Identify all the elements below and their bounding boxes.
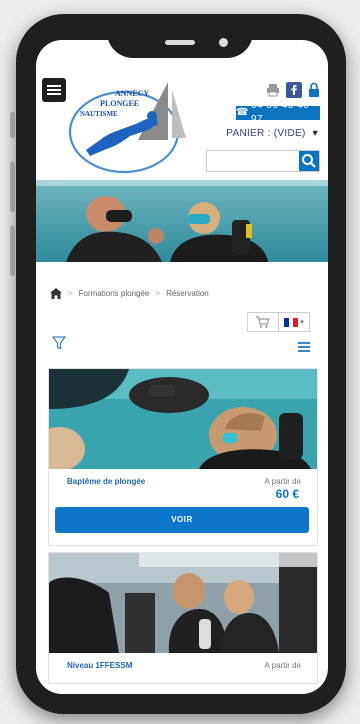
logo-line-3: NAUTISME: [80, 110, 118, 118]
search-icon: [302, 154, 316, 168]
device-volume-up: [10, 162, 15, 212]
search-box: [206, 150, 320, 172]
flag-fr-icon: [284, 317, 299, 327]
header-tools: [266, 80, 320, 100]
logo-line-2: PLONGEE: [100, 99, 139, 108]
card-image: [49, 553, 317, 653]
phone-number: 04 50 45 40 97: [251, 100, 310, 125]
breadcrumb-item-formations[interactable]: Formations plongée: [79, 289, 150, 298]
logo-line-1: ANNECY: [115, 89, 149, 98]
list-view-icon[interactable]: [298, 342, 310, 354]
breadcrumb-separator-1: >: [68, 289, 73, 298]
breadcrumb-item-reservation: Réservation: [166, 289, 209, 298]
voir-button[interactable]: VOIR: [55, 507, 309, 533]
search-input[interactable]: [207, 151, 303, 169]
card-from-label: A partir de: [264, 477, 301, 486]
chevron-down-icon: ▾: [300, 319, 304, 326]
search-button[interactable]: [299, 151, 319, 171]
cart-language-bar: ▾: [247, 312, 310, 332]
cart-button[interactable]: [247, 312, 279, 332]
language-selector[interactable]: ▾: [279, 312, 310, 332]
cart-dropdown[interactable]: PANIER : (VIDE) ▾: [226, 128, 318, 139]
chevron-down-icon: ▾: [312, 128, 318, 139]
screen: ANNECY PLONGEE NAUTISME ☎ 04 50 45 40 97: [36, 40, 328, 694]
product-card[interactable]: Baptême de plongée A partir de 60 € VOIR: [48, 368, 318, 546]
product-card[interactable]: Niveau 1FFESSM A partir de: [48, 552, 318, 684]
breadcrumb-separator-2: >: [155, 289, 161, 298]
phone-icon: ☎: [236, 106, 249, 120]
facebook-icon[interactable]: [286, 82, 302, 98]
home-icon[interactable]: [50, 288, 62, 299]
front-camera: [219, 38, 228, 47]
hero-banner-image: [36, 180, 328, 262]
card-price: 60 €: [275, 487, 299, 501]
speaker: [165, 40, 195, 45]
cart-icon: [256, 316, 270, 328]
lock-icon[interactable]: [308, 82, 320, 98]
card-title[interactable]: Niveau 1FFESSM: [67, 661, 132, 670]
card-title[interactable]: Baptême de plongée: [67, 477, 145, 486]
phone-notch: [107, 14, 253, 58]
print-icon[interactable]: [266, 83, 280, 97]
device-volume-down: [10, 226, 15, 276]
card-image: [49, 369, 317, 469]
device-side-button: [10, 112, 15, 138]
card-from-label: A partir de: [264, 661, 301, 670]
site-logo[interactable]: ANNECY PLONGEE NAUTISME: [60, 76, 190, 176]
filter-icon[interactable]: [52, 336, 66, 350]
breadcrumb: > Formations plongée > Réservation: [50, 288, 209, 299]
phone-number-bar[interactable]: ☎ 04 50 45 40 97: [236, 100, 320, 125]
cart-label: PANIER : (VIDE): [226, 128, 306, 139]
